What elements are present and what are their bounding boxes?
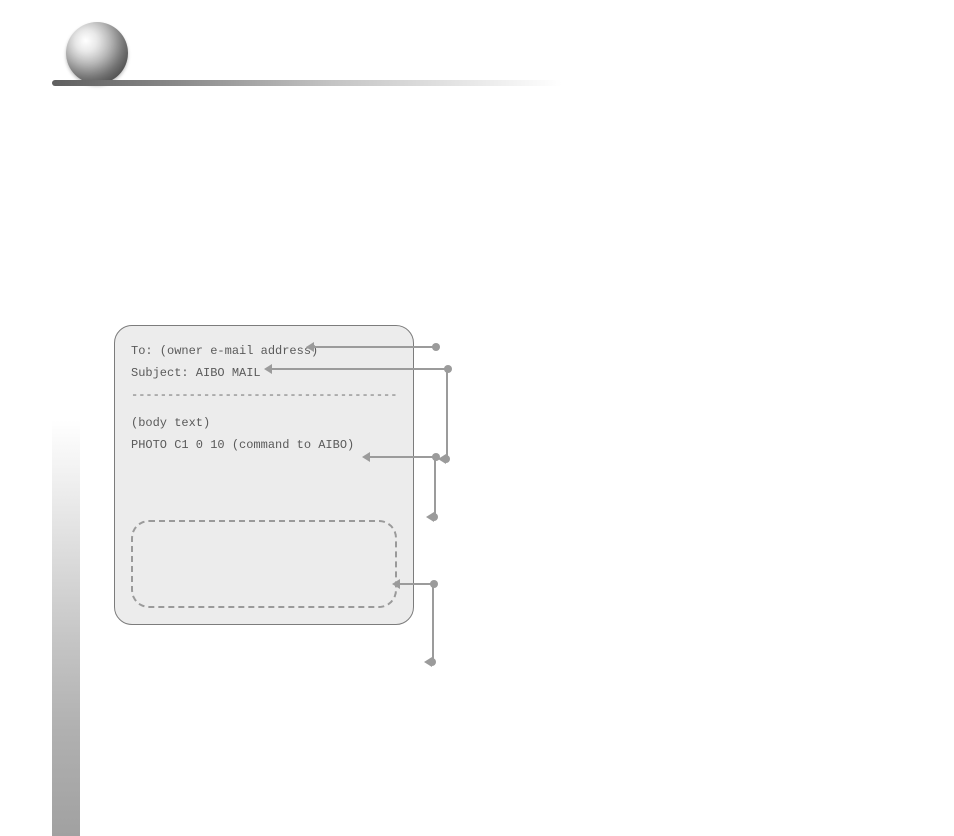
separator: ------------------------------------- (131, 388, 397, 402)
left-gradient-bar (52, 420, 80, 836)
callout-to (314, 346, 436, 348)
command-line: PHOTO C1 0 10 (command to AIBO) (131, 434, 397, 456)
to-line: To: (owner e-mail address) (131, 340, 397, 362)
callout-subject-v (446, 368, 448, 460)
body-label: (body text) (131, 412, 397, 434)
header-rule (52, 80, 562, 86)
sphere-icon (66, 22, 128, 84)
callout-signature-h (400, 583, 434, 585)
callout-command-v (434, 456, 436, 518)
callout-subject-h (272, 368, 448, 370)
callout-signature-v (432, 583, 434, 663)
callout-command (370, 456, 436, 458)
page-root: To: (owner e-mail address) Subject: AIBO… (0, 0, 954, 836)
signature-box (131, 520, 397, 608)
